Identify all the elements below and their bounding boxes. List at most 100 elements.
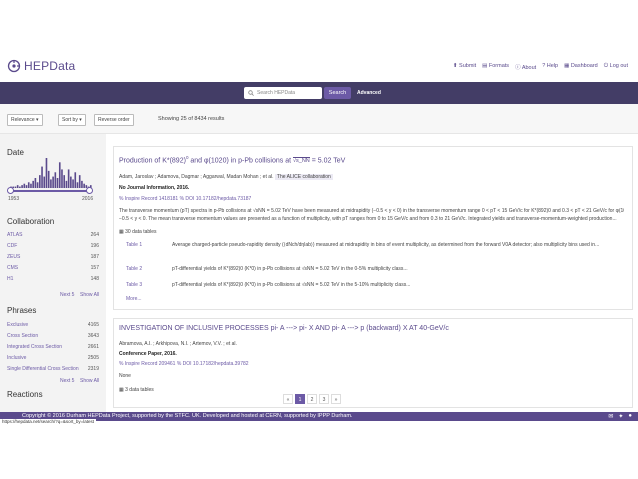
pagination-page-2[interactable]: 2 <box>307 394 317 404</box>
sort-by-dropdown[interactable]: Sort by ▾ <box>58 114 86 126</box>
histogram-bar[interactable] <box>70 176 72 188</box>
dashboard-icon: ▦ <box>564 63 570 69</box>
table-row[interactable]: Table 3 pT-differential yields of K*(892)… <box>126 282 626 288</box>
result-title-link[interactable]: Production of K*(892)0 and φ(1020) in p-… <box>119 155 345 165</box>
histogram-bar[interactable] <box>61 169 63 188</box>
nav-formats[interactable]: ▤ Formats <box>482 63 509 71</box>
collaboration-next-link[interactable]: Next 5 <box>60 292 74 298</box>
facet-item[interactable]: H1 148 <box>7 276 99 282</box>
histogram-bar[interactable] <box>43 176 46 188</box>
facet-item[interactable]: ZEUS 187 <box>7 254 99 260</box>
result-title-link[interactable]: INVESTIGATION OF INCLUSIVE PROCESSES pi-… <box>119 325 449 332</box>
nav-links: ⬆ Submit ▤ Formats ⓘ About ? Help ▦ Dash… <box>453 63 628 71</box>
nav-label: Formats <box>488 63 510 69</box>
histogram-bar[interactable] <box>63 175 66 188</box>
top-navbar: HEPData ⬆ Submit ▤ Formats ⓘ About ? Hel… <box>0 56 638 78</box>
facet-item[interactable]: Cross Section 3643 <box>7 333 99 339</box>
histogram-bar[interactable] <box>52 176 54 188</box>
facet-item[interactable]: Inclusive 2505 <box>7 355 99 361</box>
histogram-bar[interactable] <box>65 180 68 188</box>
data-tables-count: ▦ 30 data tables <box>119 229 157 235</box>
table-row[interactable]: Table 2 pT-differential yields of K*(892)… <box>126 266 626 272</box>
histogram-bar[interactable] <box>50 179 52 188</box>
nav-label: Dashboard <box>570 63 598 69</box>
footer-icons: ✉ ✦ ● <box>608 413 632 420</box>
date-slider-start-handle[interactable] <box>7 187 14 194</box>
histogram-bar[interactable] <box>34 178 37 188</box>
result-inspire-doi[interactable]: % Inspire Record 1418181 % DOI 10.17182/… <box>119 196 251 202</box>
histogram-bar[interactable] <box>67 169 70 188</box>
histogram-bar[interactable] <box>14 186 17 188</box>
histogram-bar[interactable] <box>58 162 61 188</box>
pagination-prev[interactable]: « <box>283 394 293 404</box>
date-histogram <box>10 158 92 188</box>
histogram-bar[interactable] <box>54 172 57 188</box>
facet-item[interactable]: ATLAS 264 <box>7 232 99 238</box>
phrases-facet-title: Phrases <box>7 306 37 315</box>
twitter-icon[interactable]: ✦ <box>618 413 623 420</box>
search-button[interactable]: Search <box>324 87 351 99</box>
relevance-dropdown[interactable]: Relevance ▾ <box>7 114 43 126</box>
date-range-slider[interactable] <box>10 190 90 192</box>
facet-label: Integrated Cross Section <box>7 344 63 350</box>
histogram-bar[interactable] <box>27 182 30 188</box>
reverse-order-button[interactable]: Reverse order <box>94 114 134 126</box>
search-input[interactable]: Search HEPData <box>244 87 322 99</box>
table-row[interactable]: Table 1 Average charged-particle pseudo-r… <box>126 242 626 248</box>
reactions-facet-title: Reactions <box>7 390 43 399</box>
facet-count: 196 <box>90 243 99 249</box>
pagination-page-3[interactable]: 3 <box>319 394 329 404</box>
histogram-bar[interactable] <box>83 183 85 188</box>
histogram-bar[interactable] <box>72 179 74 188</box>
histogram-bar[interactable] <box>21 185 23 188</box>
more-tables-link[interactable]: More... <box>126 296 626 302</box>
histogram-bar[interactable] <box>32 180 34 188</box>
pagination-page-1[interactable]: 1 <box>295 394 305 404</box>
facet-label: CDF <box>7 243 18 249</box>
histogram-bar[interactable] <box>76 182 79 188</box>
facet-count: 2661 <box>87 344 99 350</box>
tables-label: 30 data tables <box>125 229 157 235</box>
histogram-bar[interactable] <box>23 183 26 188</box>
logo[interactable]: HEPData <box>7 59 75 73</box>
histogram-bar[interactable] <box>16 185 19 188</box>
histogram-bar[interactable] <box>36 182 39 188</box>
date-slider-end-handle[interactable] <box>86 187 93 194</box>
facet-count: 148 <box>90 276 99 282</box>
facet-item[interactable]: Single Differential Cross Section 2319 <box>7 366 99 372</box>
histogram-bar[interactable] <box>78 175 81 188</box>
histogram-bar[interactable] <box>41 166 43 188</box>
collaboration-tag[interactable]: The ALICE collaboration <box>274 174 333 180</box>
histogram-bar[interactable] <box>47 170 50 188</box>
result-journal: No Journal Information, 2016. <box>119 185 190 191</box>
facet-item[interactable]: Integrated Cross Section 2661 <box>7 344 99 350</box>
histogram-bar[interactable] <box>56 178 59 188</box>
result-card: INVESTIGATION OF INCLUSIVE PROCESSES pi-… <box>113 318 633 408</box>
nav-about[interactable]: ⓘ About <box>515 63 536 71</box>
facet-label: CMS <box>7 265 19 271</box>
pagination-next[interactable]: » <box>331 394 341 404</box>
histogram-bar[interactable] <box>39 175 41 188</box>
nav-submit[interactable]: ⬆ Submit <box>453 63 476 71</box>
histogram-bar[interactable] <box>30 183 32 188</box>
nav-logout[interactable]: ⏻ Log out <box>604 63 628 71</box>
result-authors: Abramova, A.I. ; Arkhipova, N.I. ; Artem… <box>119 341 237 347</box>
facet-item[interactable]: Exclusive 4165 <box>7 322 99 328</box>
nav-dashboard[interactable]: ▦ Dashboard <box>564 63 598 71</box>
github-icon[interactable]: ● <box>628 413 632 420</box>
phrases-show-all-link[interactable]: Show All <box>80 378 99 384</box>
nav-help[interactable]: ? Help <box>542 63 558 71</box>
histogram-bar[interactable] <box>25 185 28 188</box>
histogram-bar[interactable] <box>19 186 21 188</box>
facet-item[interactable]: CMS 157 <box>7 265 99 271</box>
phrases-next-link[interactable]: Next 5 <box>60 378 74 384</box>
histogram-bar[interactable] <box>74 172 77 188</box>
table-icon: ▦ <box>119 229 124 235</box>
mail-icon[interactable]: ✉ <box>608 413 613 420</box>
result-inspire-doi[interactable]: % Inspire Record 209461 % DOI 10.17182/h… <box>119 361 249 367</box>
histogram-bar[interactable] <box>81 180 83 188</box>
collaboration-show-all-link[interactable]: Show All <box>80 292 99 298</box>
facet-item[interactable]: CDF 196 <box>7 243 99 249</box>
histogram-bar[interactable] <box>45 158 48 188</box>
advanced-search-link[interactable]: Advanced <box>357 90 381 96</box>
